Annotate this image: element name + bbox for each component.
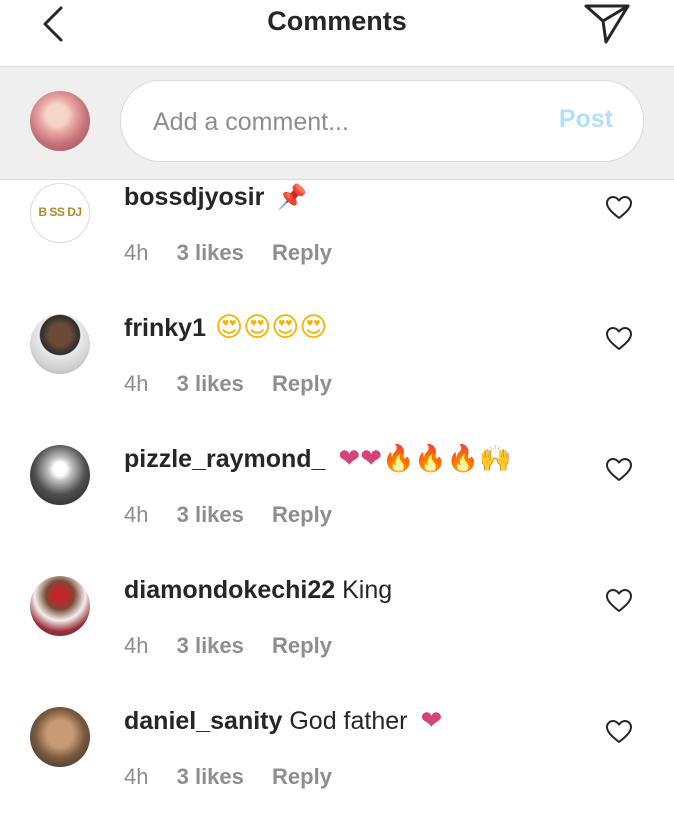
comment-time: 4h bbox=[124, 633, 149, 658]
header-bar: Comments bbox=[0, 0, 674, 67]
reply-button[interactable]: Reply bbox=[272, 633, 332, 658]
pushpin-icon: 📌 bbox=[277, 183, 308, 211]
like-button[interactable] bbox=[606, 458, 632, 482]
comment-meta: 4h 3 likes Reply bbox=[124, 502, 332, 528]
avatar[interactable] bbox=[30, 445, 90, 505]
comment-line: diamondokechi22 King bbox=[124, 573, 392, 607]
like-button[interactable] bbox=[606, 327, 632, 351]
heart-outline-icon bbox=[606, 327, 632, 350]
comment-time: 4h bbox=[124, 240, 149, 265]
heart-eyes-smiley-icon: 😍😍😍😍 bbox=[214, 312, 328, 343]
comment-username[interactable]: diamondokechi22 bbox=[124, 576, 335, 604]
reply-button[interactable]: Reply bbox=[272, 371, 332, 396]
comment-line: frinky1 😍😍😍😍 bbox=[124, 311, 328, 345]
hearts-fire-raised-hands-icon: ❤❤🔥🔥🔥🙌 bbox=[338, 444, 512, 474]
paper-plane-icon bbox=[584, 4, 630, 44]
comment-likes[interactable]: 3 likes bbox=[177, 240, 244, 265]
comment-username[interactable]: pizzle_raymond_ bbox=[124, 445, 325, 473]
boss-dj-logo: B SS DJ bbox=[38, 205, 82, 219]
comment-meta: 4h 3 likes Reply bbox=[124, 764, 332, 790]
reply-button[interactable]: Reply bbox=[272, 502, 332, 527]
heart-outline-icon bbox=[606, 720, 632, 743]
comment-box[interactable]: Post bbox=[120, 80, 644, 162]
comment-meta: 4h 3 likes Reply bbox=[124, 633, 332, 659]
comment-line: daniel_sanity God father ❤ bbox=[124, 704, 442, 738]
comment-item: pizzle_raymond_ ❤❤🔥🔥🔥🙌 4h 3 likes Reply bbox=[0, 442, 674, 573]
post-button[interactable]: Post bbox=[559, 105, 613, 134]
comment-likes[interactable]: 3 likes bbox=[177, 371, 244, 396]
send-button[interactable] bbox=[582, 0, 632, 46]
comment-likes[interactable]: 3 likes bbox=[177, 502, 244, 527]
like-button[interactable] bbox=[606, 720, 632, 744]
comment-line: bossdjyosir 📌 bbox=[124, 180, 307, 214]
heart-outline-icon bbox=[606, 458, 632, 481]
heart-icon: ❤ bbox=[420, 706, 443, 736]
reply-button[interactable]: Reply bbox=[272, 240, 332, 265]
like-button[interactable] bbox=[606, 589, 632, 613]
comment-meta: 4h 3 likes Reply bbox=[124, 371, 332, 397]
comment-time: 4h bbox=[124, 371, 149, 396]
heart-outline-icon bbox=[606, 589, 632, 612]
my-avatar[interactable] bbox=[30, 91, 90, 151]
comment-likes[interactable]: 3 likes bbox=[177, 764, 244, 789]
comment-meta: 4h 3 likes Reply bbox=[124, 240, 332, 266]
comment-likes[interactable]: 3 likes bbox=[177, 633, 244, 658]
comment-item: B SS DJ bossdjyosir 📌 4h 3 likes Reply bbox=[0, 180, 674, 311]
avatar[interactable] bbox=[30, 707, 90, 767]
page-title: Comments bbox=[267, 6, 407, 36]
comment-item: diamondokechi22 King 4h 3 likes Reply bbox=[0, 573, 674, 704]
avatar[interactable] bbox=[30, 576, 90, 636]
comment-time: 4h bbox=[124, 502, 149, 527]
comment-composer: Post bbox=[0, 67, 674, 180]
comment-text: God father bbox=[289, 707, 408, 735]
comment-time: 4h bbox=[124, 764, 149, 789]
comment-username[interactable]: frinky1 bbox=[124, 314, 206, 342]
comment-input[interactable] bbox=[151, 101, 535, 143]
comment-username[interactable]: daniel_sanity bbox=[124, 707, 282, 735]
heart-outline-icon bbox=[606, 196, 632, 219]
comment-line: pizzle_raymond_ ❤❤🔥🔥🔥🙌 bbox=[124, 442, 511, 476]
comment-text: King bbox=[342, 576, 393, 604]
avatar[interactable]: B SS DJ bbox=[30, 183, 90, 243]
like-button[interactable] bbox=[606, 196, 632, 220]
comment-item: daniel_sanity God father ❤ 4h 3 likes Re… bbox=[0, 704, 674, 835]
reply-button[interactable]: Reply bbox=[272, 764, 332, 789]
comment-item: frinky1 😍😍😍😍 4h 3 likes Reply bbox=[0, 311, 674, 442]
comment-username[interactable]: bossdjyosir bbox=[124, 183, 264, 211]
avatar[interactable] bbox=[30, 314, 90, 374]
comment-list: B SS DJ bossdjyosir 📌 4h 3 likes Reply f… bbox=[0, 180, 674, 835]
